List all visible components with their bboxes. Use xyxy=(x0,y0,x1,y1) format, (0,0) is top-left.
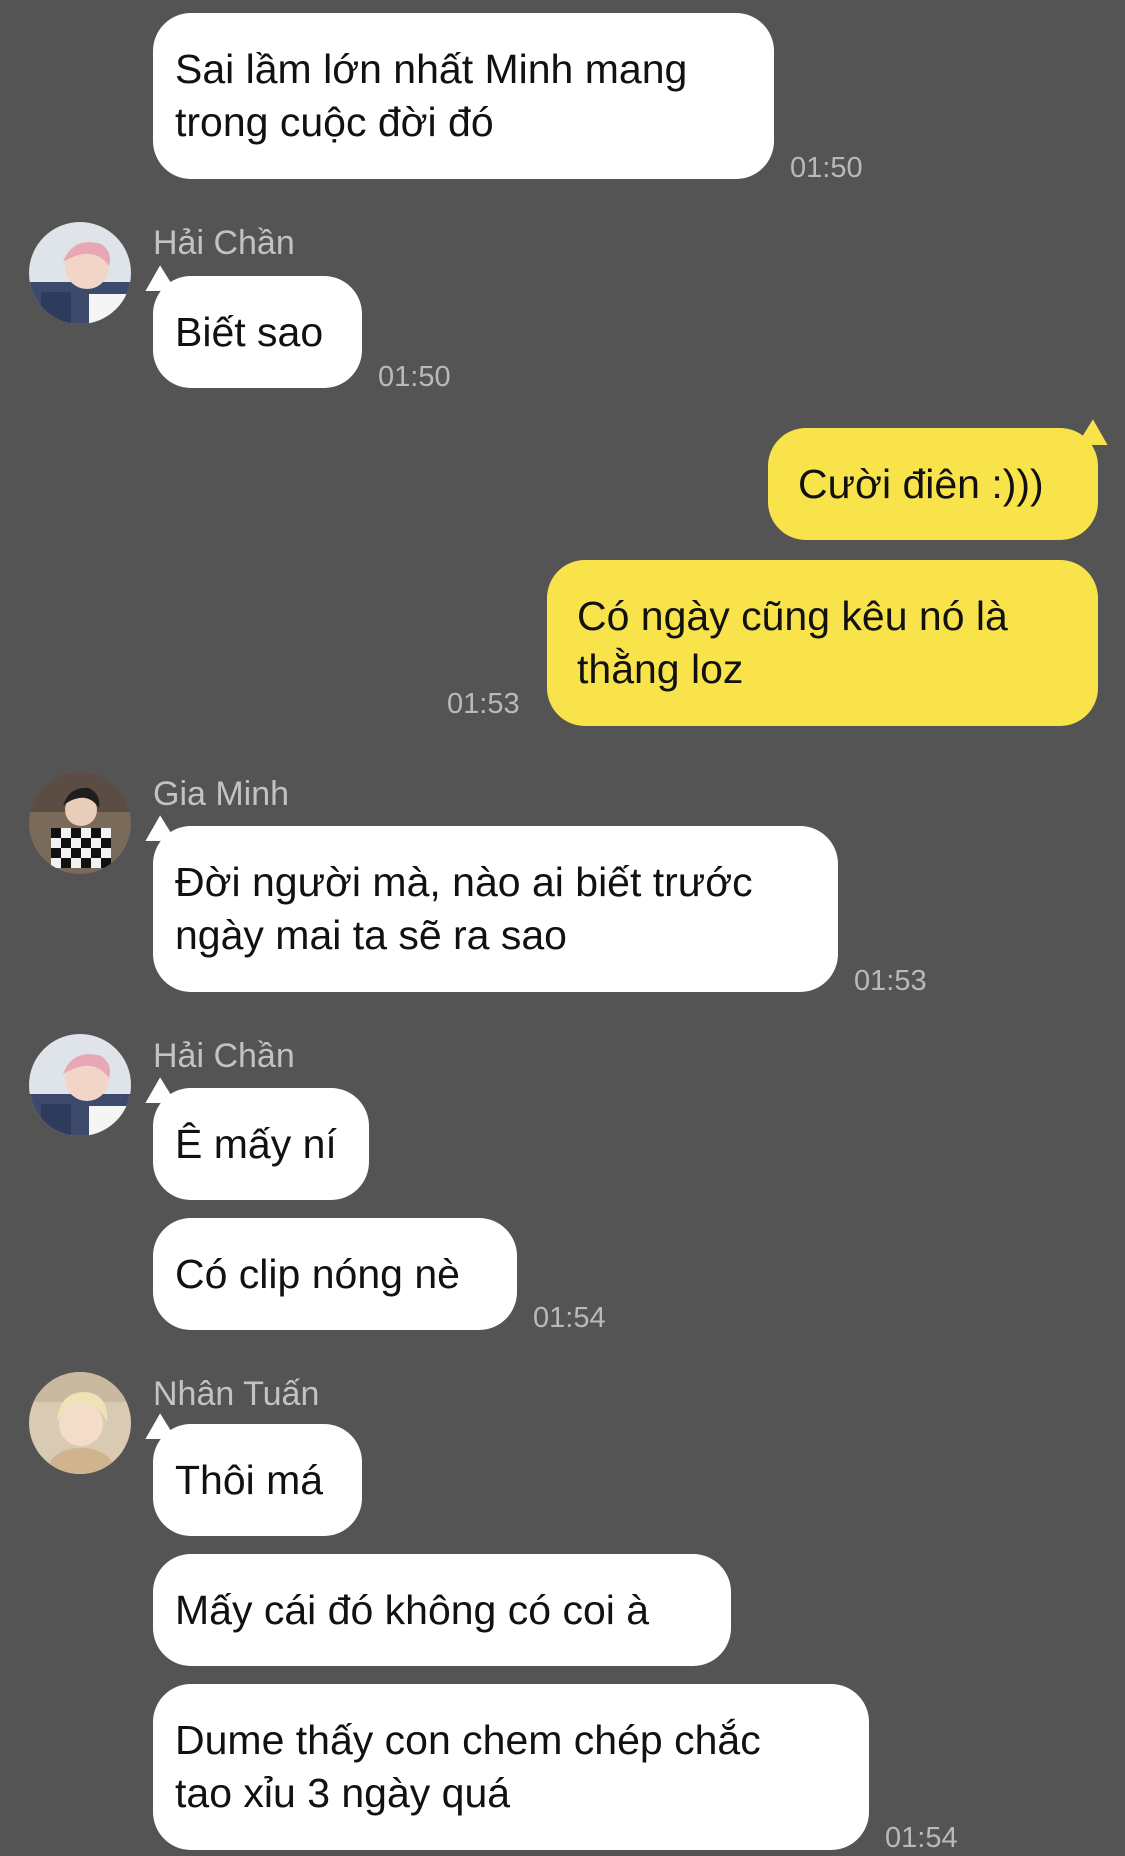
message-text: Đời người mà, nào ai biết trước xyxy=(175,859,753,905)
message-timestamp: 01:54 xyxy=(885,1822,958,1854)
sender-name: Hải Chần xyxy=(153,224,295,262)
message-timestamp: 01:50 xyxy=(378,361,451,393)
message-text: Dume thấy con chem chép chắc xyxy=(175,1717,761,1763)
message-bubble[interactable]: Mấy cái đó không có coi à xyxy=(153,1554,731,1666)
message-bubble[interactable]: Dume thấy con chem chép chắc tao xỉu 3 n… xyxy=(153,1684,869,1850)
message-bubble[interactable]: Có ngày cũng kêu nó là thằng loz xyxy=(547,560,1098,726)
message-bubble[interactable]: Sai lầm lớn nhất Minh mang trong cuộc đờ… xyxy=(153,13,774,179)
message-timestamp: 01:53 xyxy=(447,688,520,720)
checkered-jacket-person-avatar[interactable] xyxy=(29,772,131,874)
message-text: Có ngày cũng kêu nó là xyxy=(577,593,1008,639)
message-text: tao xỉu 3 ngày quá xyxy=(175,1770,511,1816)
message-text: thằng loz xyxy=(577,646,744,692)
message-text: Ê mấy ní xyxy=(175,1120,337,1167)
message-text: ngày mai ta sẽ ra sao xyxy=(175,912,567,958)
message-text: Có clip nóng nè xyxy=(175,1250,460,1297)
blonde-hair-person-avatar[interactable] xyxy=(29,1372,131,1474)
pink-hair-person-avatar[interactable] xyxy=(29,1034,131,1136)
sender-name: Gia Minh xyxy=(153,775,290,813)
message-bubble[interactable]: Biết sao xyxy=(153,276,362,388)
message-text: Mấy cái đó không có coi à xyxy=(175,1586,650,1633)
pink-hair-person-avatar[interactable] xyxy=(29,222,131,324)
message-bubble[interactable]: Đời người mà, nào ai biết trước ngày mai… xyxy=(153,826,838,992)
message-timestamp: 01:54 xyxy=(533,1302,606,1334)
message-text: Cười điên :))) xyxy=(798,460,1044,507)
message-bubble[interactable]: Ê mấy ní xyxy=(153,1088,369,1200)
sender-name: Nhân Tuấn xyxy=(153,1375,320,1413)
message-text: Thôi má xyxy=(175,1456,324,1503)
message-timestamp: 01:50 xyxy=(790,152,863,184)
message-text: trong cuộc đời đó xyxy=(175,99,494,145)
message-text: Sai lầm lớn nhất Minh mang xyxy=(175,46,688,92)
message-text: Biết sao xyxy=(175,308,324,355)
message-timestamp: 01:53 xyxy=(854,965,927,997)
message-bubble[interactable]: Có clip nóng nè xyxy=(153,1218,517,1330)
message-bubble[interactable]: Thôi má xyxy=(153,1424,362,1536)
message-bubble[interactable]: Cười điên :))) xyxy=(768,428,1098,540)
sender-name: Hải Chần xyxy=(153,1037,295,1075)
